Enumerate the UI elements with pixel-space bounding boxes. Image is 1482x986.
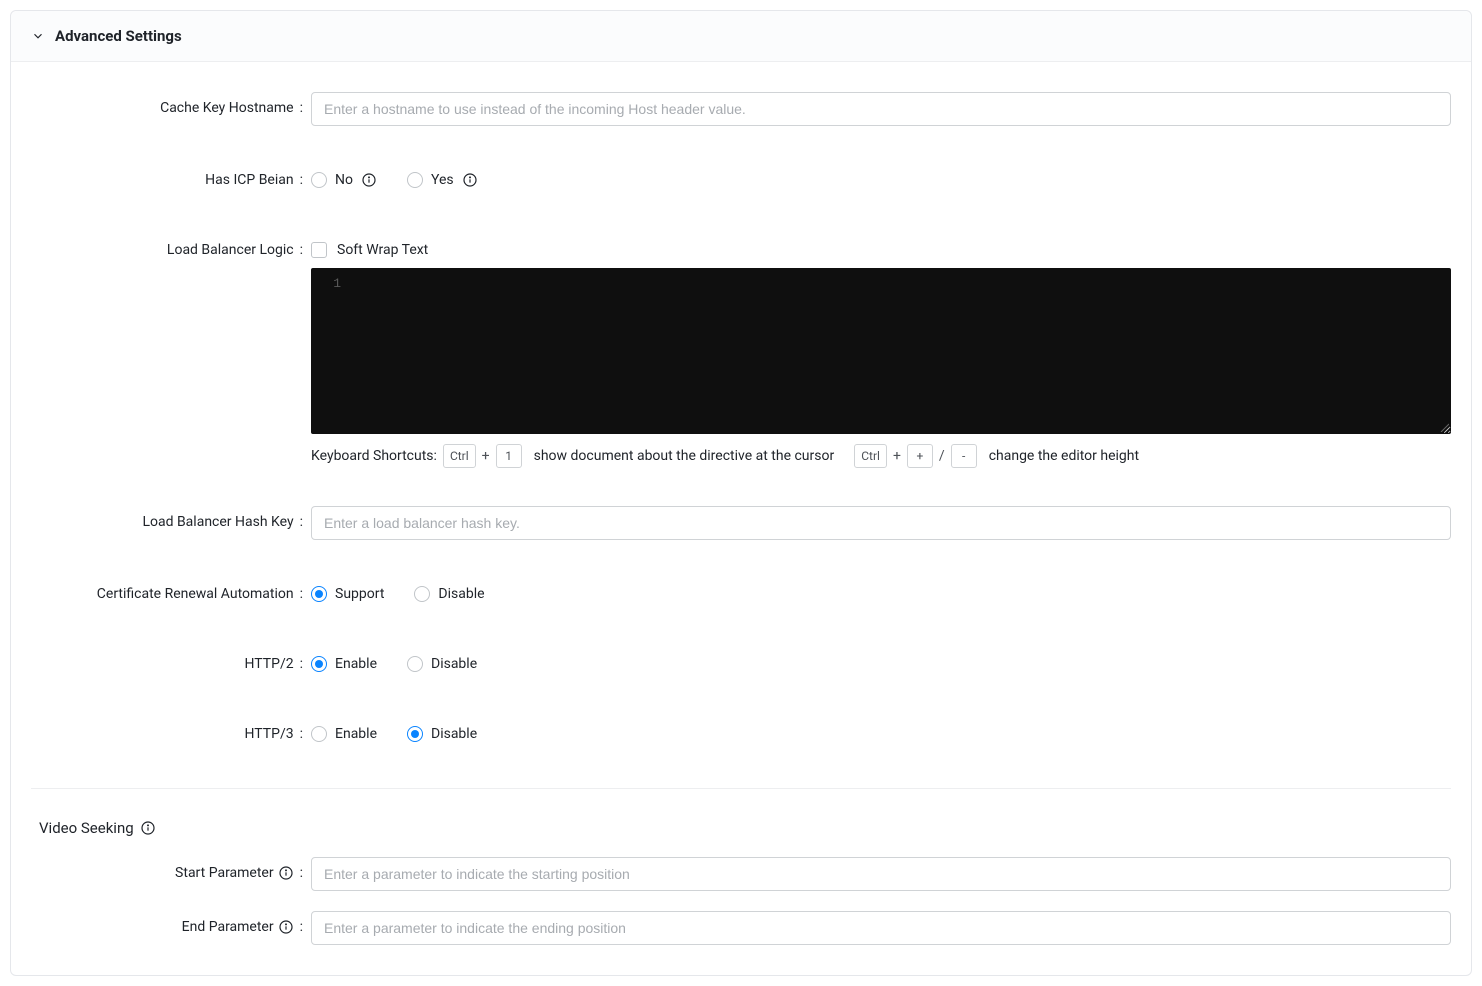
row-http3: HTTP/3: Enable Disable: [31, 718, 1451, 750]
row-http2: HTTP/2: Enable Disable: [31, 648, 1451, 680]
kbd-plus: +: [907, 444, 933, 468]
soft-wrap-checkbox[interactable]: [311, 242, 327, 258]
kbd-ctrl-2: Ctrl: [854, 444, 887, 468]
soft-wrap-label: Soft Wrap Text: [337, 242, 428, 258]
load-balancer-hash-key-input[interactable]: [311, 506, 1451, 540]
cert-renewal-disable-radio[interactable]: Disable: [414, 578, 484, 610]
kbd-1: 1: [496, 444, 522, 468]
info-icon[interactable]: [278, 919, 294, 935]
video-seeking-title: Video Seeking: [39, 819, 134, 837]
row-cert-renewal: Certificate Renewal Automation: Support …: [31, 578, 1451, 610]
info-icon[interactable]: [462, 172, 478, 188]
http3-disable-radio[interactable]: Disable: [407, 718, 477, 750]
label-cache-key-hostname: Cache Key Hostname:: [31, 92, 311, 124]
chevron-down-icon: [31, 29, 45, 43]
row-load-balancer-logic: Load Balancer Logic: Soft Wrap Text 1 Ke…: [31, 234, 1451, 468]
http2-enable-radio[interactable]: Enable: [311, 648, 377, 680]
label-http3: HTTP/3:: [31, 718, 311, 750]
divider: [31, 788, 1451, 789]
radio-circle-icon: [407, 172, 423, 188]
label-end-parameter: End Parameter :: [31, 911, 311, 943]
icp-beian-no-radio[interactable]: No: [311, 164, 377, 196]
info-icon[interactable]: [361, 172, 377, 188]
panel-header[interactable]: Advanced Settings: [11, 11, 1471, 62]
end-parameter-input[interactable]: [311, 911, 1451, 945]
radio-circle-icon: [407, 656, 423, 672]
row-icp-beian: Has ICP Beian: No Yes: [31, 164, 1451, 196]
panel-title: Advanced Settings: [55, 27, 182, 45]
cache-key-hostname-input[interactable]: [311, 92, 1451, 126]
row-start-parameter: Start Parameter :: [31, 857, 1451, 891]
radio-circle-icon: [414, 586, 430, 602]
editor-gutter: 1: [311, 268, 351, 299]
info-icon[interactable]: [140, 820, 156, 836]
keyboard-shortcuts-hint: Keyboard Shortcuts: Ctrl + 1 show docume…: [311, 444, 1451, 468]
radio-circle-icon: [311, 172, 327, 188]
radio-circle-selected-icon: [311, 656, 327, 672]
icp-beian-yes-radio[interactable]: Yes: [407, 164, 478, 196]
label-load-balancer-hash-key: Load Balancer Hash Key:: [31, 506, 311, 538]
row-load-balancer-hash-key: Load Balancer Hash Key:: [31, 506, 1451, 540]
resize-handle-icon: [1439, 422, 1449, 432]
label-load-balancer-logic: Load Balancer Logic:: [31, 234, 311, 266]
cert-renewal-support-radio[interactable]: Support: [311, 578, 384, 610]
radio-circle-selected-icon: [311, 586, 327, 602]
row-end-parameter: End Parameter :: [31, 911, 1451, 945]
label-start-parameter: Start Parameter :: [31, 857, 311, 889]
row-cache-key-hostname: Cache Key Hostname:: [31, 92, 1451, 126]
video-seeking-title-row: Video Seeking: [31, 819, 1451, 837]
advanced-settings-panel: Advanced Settings Cache Key Hostname: Ha…: [10, 10, 1472, 976]
http2-disable-radio[interactable]: Disable: [407, 648, 477, 680]
label-http2: HTTP/2:: [31, 648, 311, 680]
info-icon[interactable]: [278, 865, 294, 881]
radio-circle-icon: [311, 726, 327, 742]
label-cert-renewal: Certificate Renewal Automation:: [31, 578, 311, 610]
radio-circle-selected-icon: [407, 726, 423, 742]
kbd-minus: -: [951, 444, 977, 468]
start-parameter-input[interactable]: [311, 857, 1451, 891]
label-icp-beian: Has ICP Beian:: [31, 164, 311, 196]
kbd-ctrl: Ctrl: [443, 444, 476, 468]
http3-enable-radio[interactable]: Enable: [311, 718, 377, 750]
panel-body: Cache Key Hostname: Has ICP Beian: No: [11, 62, 1471, 975]
code-editor[interactable]: 1: [311, 268, 1451, 434]
